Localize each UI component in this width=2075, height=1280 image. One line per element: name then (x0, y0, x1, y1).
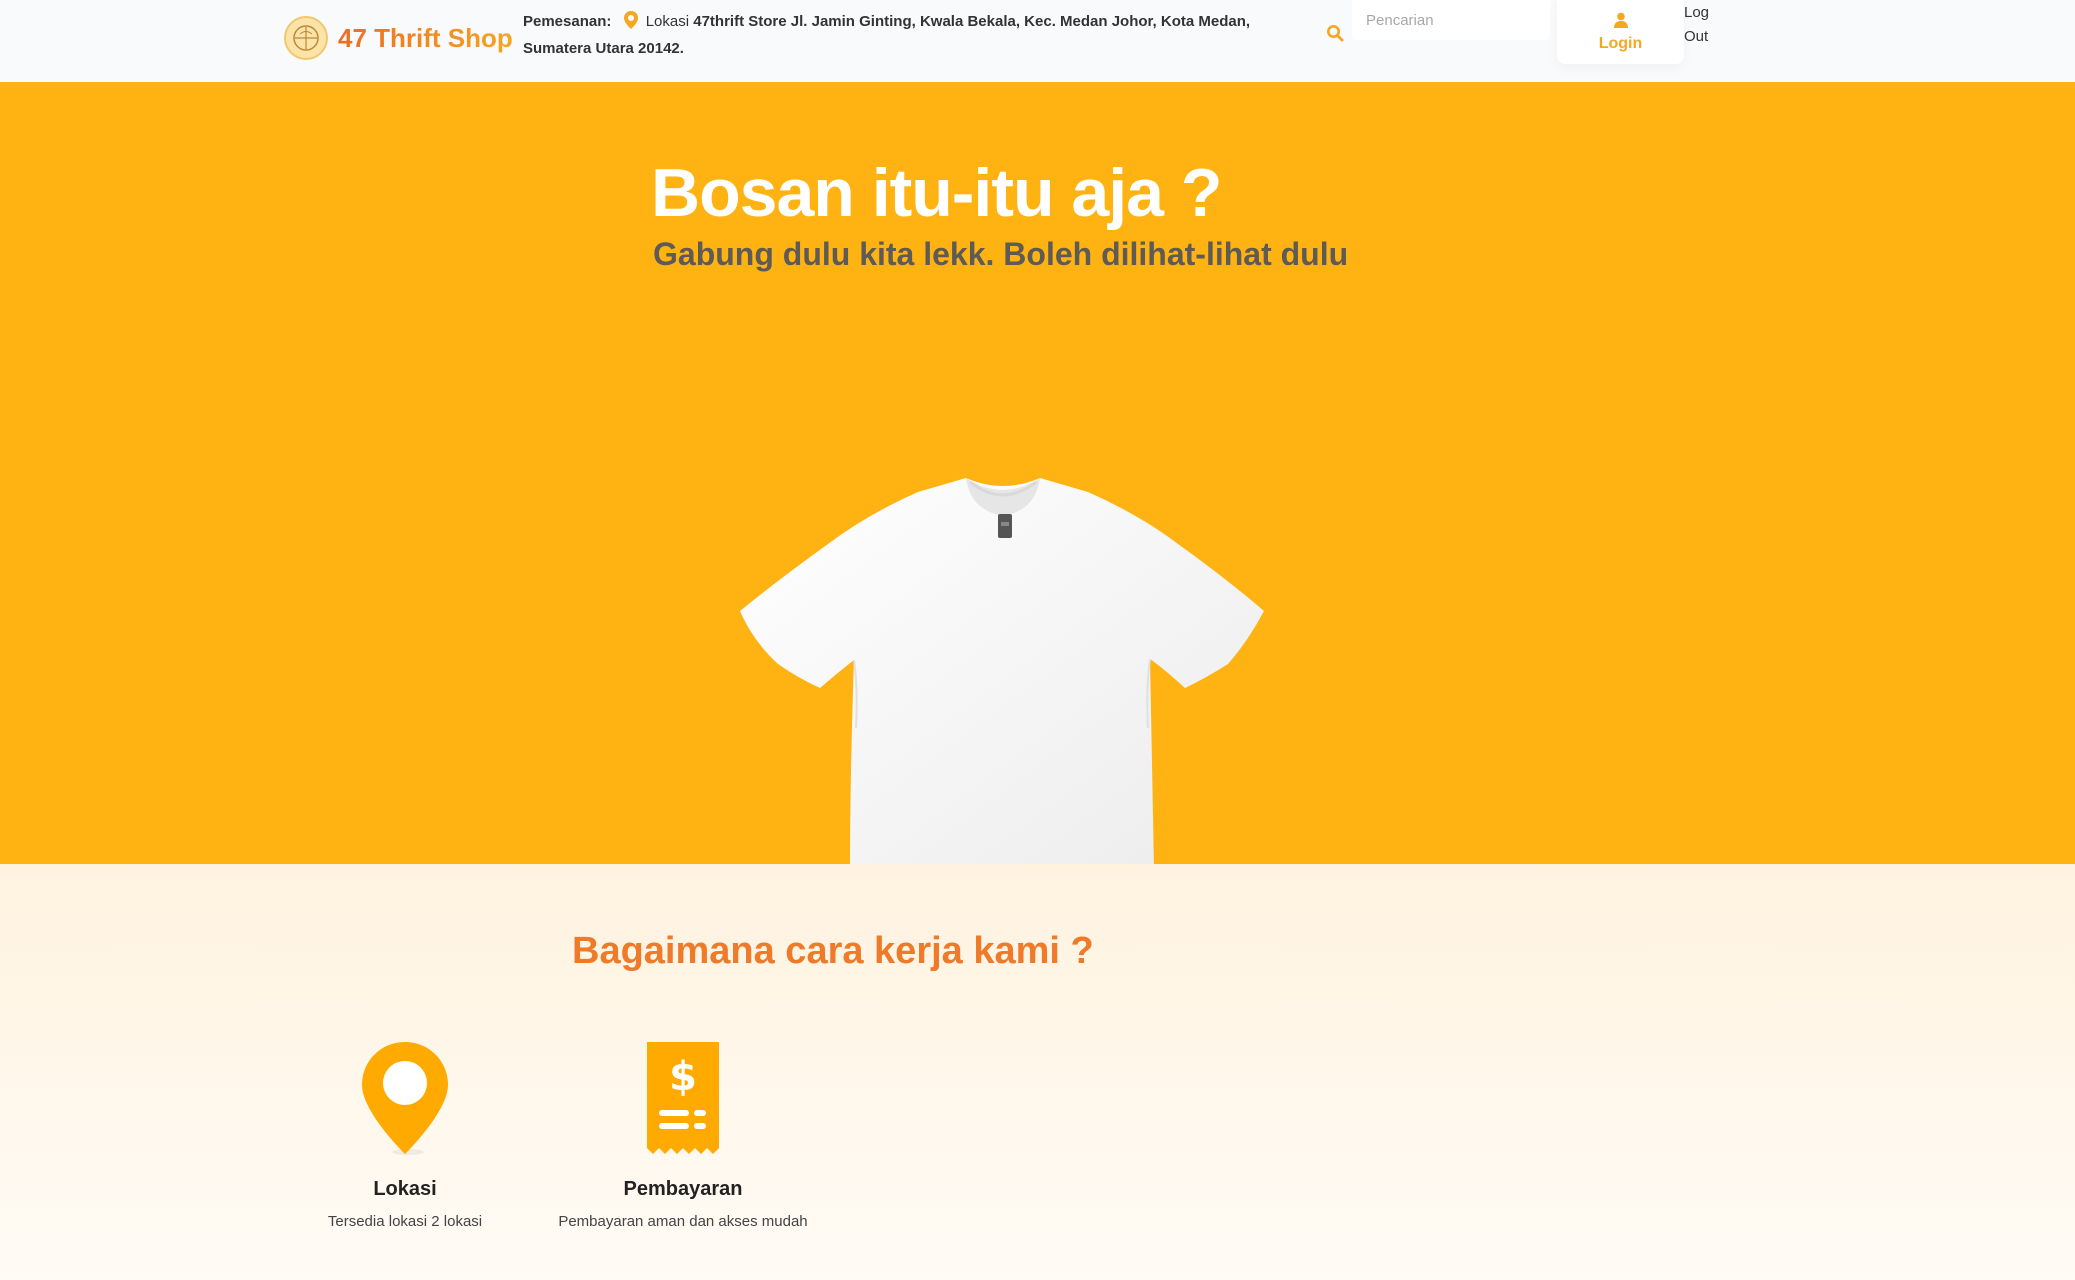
how-it-works-section: Bagaimana cara kerja kami ? Lokasi Terse… (0, 864, 2075, 1280)
payment-receipt-icon: $ (644, 1040, 722, 1160)
login-button[interactable]: Login (1557, 0, 1684, 64)
feature-title: Pembayaran (623, 1178, 743, 1200)
brand-link[interactable]: 47 Thrift Shop (284, 16, 513, 60)
feature-description: Pembayaran aman dan akses mudah (558, 1213, 808, 1230)
hero-banner: Bosan itu-itu aja ? Gabung dulu kita lek… (0, 82, 2075, 864)
location-prefix: Lokasi (645, 13, 690, 30)
search-bar (1318, 0, 1550, 42)
feature-description: Tersedia lokasi 2 lokasi (327, 1213, 483, 1230)
user-icon (1613, 12, 1629, 33)
svg-text:$: $ (669, 1054, 697, 1100)
hero-subtitle: Gabung dulu kita lekk. Boleh dilihat-lih… (653, 236, 1349, 272)
search-icon[interactable] (1318, 13, 1352, 53)
shop-logo-icon (284, 16, 328, 60)
order-info: Pemesanan: Lokasi 47thrift Store Jl. Jam… (523, 10, 1313, 61)
top-navbar: 47 Thrift Shop Pemesanan: Lokasi 47thrif… (0, 0, 2075, 82)
section-title: Bagaimana cara kerja kami ? (572, 930, 1094, 972)
order-label: Pemesanan: (523, 13, 612, 30)
logout-link[interactable]: Log Out (1684, 1, 1724, 49)
tshirt-image (740, 478, 1264, 864)
login-label: Login (1598, 34, 1643, 52)
feature-title: Lokasi (373, 1178, 437, 1200)
search-input[interactable] (1352, 0, 1550, 40)
page: 47 Thrift Shop Pemesanan: Lokasi 47thrif… (0, 0, 2075, 1280)
feature-card-payment: $ Pembayaran Pembayaran aman dan akses m… (533, 1040, 833, 1230)
hero-title: Bosan itu-itu aja ? (651, 155, 1222, 231)
map-pin-icon (623, 11, 638, 37)
brand-name: 47 Thrift Shop (338, 22, 513, 53)
feature-card-location: Lokasi Tersedia lokasi 2 lokasi (255, 1040, 555, 1230)
location-pin-icon (360, 1040, 450, 1160)
